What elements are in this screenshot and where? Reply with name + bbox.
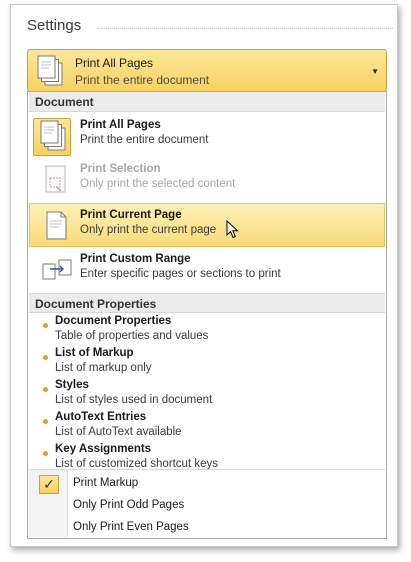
item-title: AutoText Entries: [55, 411, 147, 423]
page-range-icon: [41, 256, 75, 289]
menu-divider: [29, 469, 385, 470]
bullet-icon: [43, 451, 48, 456]
mouse-cursor-icon: [226, 219, 240, 245]
section-header-document-properties: Document Properties: [29, 293, 385, 313]
item-description: Print the entire document: [80, 134, 209, 146]
menu-item-autotext-entries[interactable]: AutoText Entries List of AutoText availa…: [29, 410, 385, 442]
print-range-menu: Document Print All Pages Print the entir…: [27, 91, 387, 539]
item-description: List of styles used in document: [55, 394, 213, 406]
menu-item-print-custom-range[interactable]: Print Custom Range Enter specific pages …: [29, 248, 385, 292]
chevron-down-icon: ▼: [371, 67, 379, 76]
dropdown-subtitle: Print the entire document: [75, 73, 210, 87]
section-header-document: Document: [29, 92, 385, 112]
menu-item-only-print-odd-pages[interactable]: Only Print Odd Pages: [29, 495, 385, 517]
item-title: Print Current Page: [80, 209, 182, 221]
item-label: Only Print Even Pages: [73, 521, 189, 533]
bullet-icon: [43, 419, 48, 424]
item-title: Print Selection: [80, 163, 161, 175]
item-title: Print All Pages: [80, 119, 161, 131]
bullet-icon: [43, 323, 48, 328]
single-page-icon: [45, 211, 71, 248]
item-title: Key Assignments: [55, 443, 152, 455]
menu-item-print-markup[interactable]: ✓ Print Markup: [29, 473, 385, 495]
item-label: Only Print Odd Pages: [73, 499, 185, 511]
print-settings-panel: Settings Print All Pages Print the entir…: [10, 4, 398, 547]
item-description: List of AutoText available: [55, 426, 182, 438]
menu-item-styles[interactable]: Styles List of styles used in document: [29, 378, 385, 410]
dropdown-title: Print All Pages: [75, 56, 154, 70]
menu-item-only-print-even-pages[interactable]: Only Print Even Pages: [29, 517, 385, 539]
menu-item-print-current-page[interactable]: Print Current Page Only print the curren…: [29, 203, 385, 247]
menu-item-list-of-markup[interactable]: List of Markup List of markup only: [29, 346, 385, 378]
pages-stack-icon: [38, 120, 70, 157]
bullet-icon: [43, 387, 48, 392]
settings-title: Settings: [27, 17, 82, 34]
selection-page-icon: [44, 165, 70, 202]
title-divider: [97, 28, 393, 29]
menu-item-print-all-pages[interactable]: Print All Pages Print the entire documen…: [29, 113, 385, 157]
print-range-dropdown[interactable]: Print All Pages Print the entire documen…: [27, 49, 387, 92]
item-description: Only print the current page: [80, 224, 217, 236]
menu-item-print-selection[interactable]: Print Selection Only print the selected …: [29, 158, 385, 202]
item-label: Print Markup: [73, 477, 139, 489]
item-title: Print Custom Range: [80, 253, 191, 265]
item-description: Table of properties and values: [55, 330, 209, 342]
pages-stack-icon: [35, 55, 67, 92]
bullet-icon: [43, 355, 48, 360]
item-description: Only print the selected content: [80, 178, 236, 190]
item-description: List of markup only: [55, 362, 152, 374]
item-title: List of Markup: [55, 347, 134, 359]
item-description: Enter specific pages or sections to prin…: [80, 268, 281, 280]
item-title: Styles: [55, 379, 89, 391]
item-title: Document Properties: [55, 315, 172, 327]
menu-item-document-properties[interactable]: Document Properties Table of properties …: [29, 314, 385, 346]
checkmark-icon: ✓: [39, 475, 59, 494]
